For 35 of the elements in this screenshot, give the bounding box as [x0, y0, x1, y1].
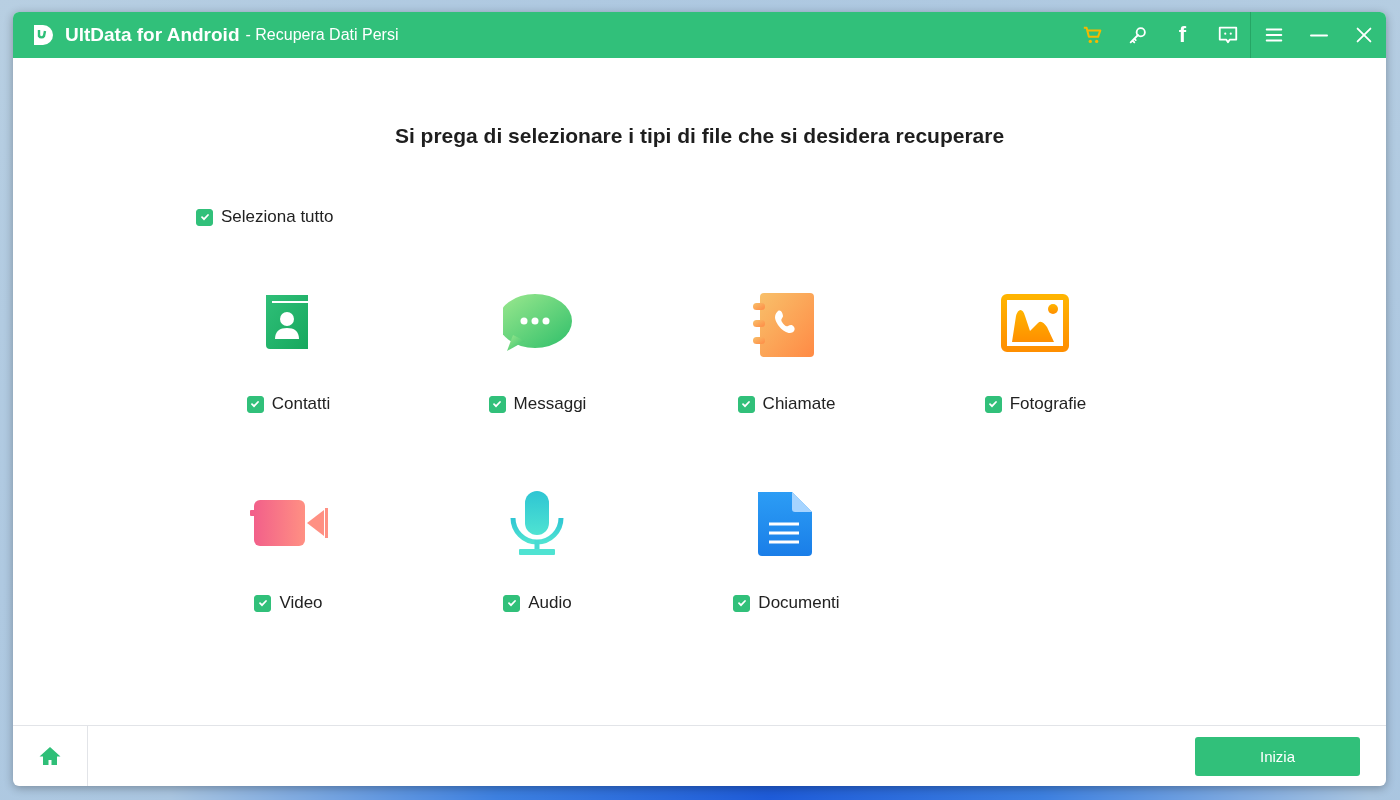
- window-subtitle: - Recupera Dati Persi: [245, 26, 399, 44]
- checkbox[interactable]: [984, 395, 1002, 413]
- checkbox-label: Messaggi: [513, 394, 587, 414]
- checkbox[interactable]: [488, 395, 506, 413]
- checkmark-icon: [987, 398, 1000, 410]
- checkbox[interactable]: [503, 594, 521, 612]
- page-heading: Si prega di selezionare i tipi di file che si desidera recuperare: [393, 124, 1006, 148]
- minimize-icon: [1309, 33, 1328, 37]
- checkbox-label: Contatti: [271, 394, 331, 414]
- checkbox-label: Seleziona tutto: [221, 207, 334, 227]
- cart-icon: [1081, 24, 1104, 46]
- checkbox[interactable]: [254, 594, 272, 612]
- checkmark-icon: [198, 211, 211, 223]
- home-button[interactable]: [38, 744, 62, 768]
- facebook-button[interactable]: f: [1160, 12, 1205, 58]
- checkbox-label: Video: [279, 593, 323, 613]
- checkbox[interactable]: [737, 395, 755, 413]
- checkbox[interactable]: [196, 208, 213, 226]
- checkbox-label: Documenti: [758, 593, 840, 613]
- checkbox-label: Chiamate: [762, 394, 836, 414]
- checkmark-icon: [505, 597, 518, 609]
- checkbox[interactable]: [246, 395, 264, 413]
- checkmark-icon: [491, 398, 504, 410]
- checkbox[interactable]: [733, 594, 751, 612]
- chat-icon: [1216, 24, 1239, 46]
- home-icon: [38, 744, 62, 768]
- checkmark-icon: [249, 398, 262, 410]
- checkmark-icon: [735, 597, 748, 609]
- app-name: UltData for Android: [65, 24, 240, 46]
- start-button[interactable]: Inizia: [1195, 736, 1360, 776]
- checkmark-icon: [256, 597, 269, 609]
- checkbox-label: Fotografie: [1009, 394, 1087, 414]
- app-logo-icon: [31, 23, 55, 47]
- checkbox-label: Audio: [528, 593, 572, 613]
- checkmark-icon: [740, 398, 753, 410]
